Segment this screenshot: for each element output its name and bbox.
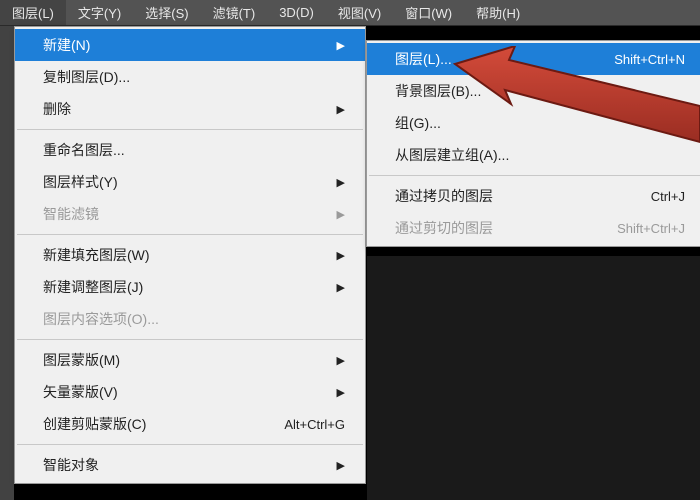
tool-strip: [0, 26, 14, 500]
menu-item-label: 新建调整图层(J): [43, 277, 317, 297]
submenu-item-layer-via-copy[interactable]: 通过拷贝的图层 Ctrl+J: [367, 180, 700, 212]
menu-item-label: 通过剪切的图层: [395, 218, 597, 238]
menu-item-label: 重命名图层...: [43, 140, 345, 160]
menu-item-label: 创建剪贴蒙版(C): [43, 414, 264, 434]
menu-item-label: 复制图层(D)...: [43, 67, 345, 87]
menu-separator: [17, 129, 363, 130]
menu-item-label: 矢量蒙版(V): [43, 382, 317, 402]
submenu-arrow-icon: ▶: [337, 39, 345, 52]
menubar-item-window[interactable]: 窗口(W): [393, 0, 464, 25]
menu-separator: [17, 444, 363, 445]
menubar-item-3d[interactable]: 3D(D): [267, 0, 326, 25]
submenu-arrow-icon: ▶: [337, 249, 345, 262]
menu-separator: [17, 234, 363, 235]
menu-item-label: 背景图层(B)...: [395, 81, 685, 101]
menu-item-shortcut: Alt+Ctrl+G: [284, 417, 345, 432]
submenu-item-group-from-layers[interactable]: 从图层建立组(A)...: [367, 139, 700, 171]
submenu-arrow-icon: ▶: [337, 103, 345, 116]
menu-item-label: 图层样式(Y): [43, 172, 317, 192]
menu-item-label: 智能滤镜: [43, 204, 317, 224]
menubar-item-layer[interactable]: 图层(L): [0, 0, 66, 25]
menu-item-smart-filter: 智能滤镜 ▶: [15, 198, 365, 230]
menu-item-layer-content-options: 图层内容选项(O)...: [15, 303, 365, 335]
menubar-item-view[interactable]: 视图(V): [326, 0, 393, 25]
canvas-area: [367, 256, 700, 500]
menu-item-new[interactable]: 新建(N) ▶: [15, 29, 365, 61]
menu-item-label: 图层(L)...: [395, 49, 594, 69]
menu-item-delete[interactable]: 删除 ▶: [15, 93, 365, 125]
menu-item-layer-mask[interactable]: 图层蒙版(M) ▶: [15, 344, 365, 376]
menu-item-smart-object[interactable]: 智能对象 ▶: [15, 449, 365, 481]
menu-separator: [369, 175, 700, 176]
menu-item-vector-mask[interactable]: 矢量蒙版(V) ▶: [15, 376, 365, 408]
menu-item-label: 新建(N): [43, 35, 317, 55]
submenu-arrow-icon: ▶: [337, 386, 345, 399]
submenu-item-group[interactable]: 组(G)...: [367, 107, 700, 139]
menubar-item-help[interactable]: 帮助(H): [464, 0, 532, 25]
menu-item-new-fill-layer[interactable]: 新建填充图层(W) ▶: [15, 239, 365, 271]
menu-item-label: 从图层建立组(A)...: [395, 145, 685, 165]
menubar-item-type[interactable]: 文字(Y): [66, 0, 133, 25]
submenu-item-background-layer[interactable]: 背景图层(B)...: [367, 75, 700, 107]
menu-item-label: 新建填充图层(W): [43, 245, 317, 265]
menu-item-label: 图层蒙版(M): [43, 350, 317, 370]
menu-item-label: 通过拷贝的图层: [395, 186, 631, 206]
menu-item-shortcut: Shift+Ctrl+N: [614, 52, 685, 67]
menu-item-shortcut: Shift+Ctrl+J: [617, 221, 685, 236]
submenu-item-layer-via-cut: 通过剪切的图层 Shift+Ctrl+J: [367, 212, 700, 244]
menu-item-duplicate-layer[interactable]: 复制图层(D)...: [15, 61, 365, 93]
submenu-arrow-icon: ▶: [337, 176, 345, 189]
menu-item-label: 图层内容选项(O)...: [43, 309, 345, 329]
submenu-arrow-icon: ▶: [337, 208, 345, 221]
menubar-item-filter[interactable]: 滤镜(T): [201, 0, 268, 25]
menu-item-layer-style[interactable]: 图层样式(Y) ▶: [15, 166, 365, 198]
menu-item-new-adjustment-layer[interactable]: 新建调整图层(J) ▶: [15, 271, 365, 303]
menubar-item-select[interactable]: 选择(S): [133, 0, 200, 25]
menu-item-label: 智能对象: [43, 455, 317, 475]
menu-item-label: 组(G)...: [395, 113, 685, 133]
menubar: 图层(L) 文字(Y) 选择(S) 滤镜(T) 3D(D) 视图(V) 窗口(W…: [0, 0, 700, 26]
submenu-arrow-icon: ▶: [337, 459, 345, 472]
layer-menu-dropdown: 新建(N) ▶ 复制图层(D)... 删除 ▶ 重命名图层... 图层样式(Y)…: [14, 26, 366, 484]
submenu-item-layer[interactable]: 图层(L)... Shift+Ctrl+N: [367, 43, 700, 75]
menu-separator: [17, 339, 363, 340]
menu-item-shortcut: Ctrl+J: [651, 189, 685, 204]
menu-item-create-clipping-mask[interactable]: 创建剪贴蒙版(C) Alt+Ctrl+G: [15, 408, 365, 440]
submenu-arrow-icon: ▶: [337, 281, 345, 294]
new-submenu-dropdown: 图层(L)... Shift+Ctrl+N 背景图层(B)... 组(G)...…: [366, 40, 700, 247]
submenu-arrow-icon: ▶: [337, 354, 345, 367]
menu-item-rename-layer[interactable]: 重命名图层...: [15, 134, 365, 166]
menu-item-label: 删除: [43, 99, 317, 119]
